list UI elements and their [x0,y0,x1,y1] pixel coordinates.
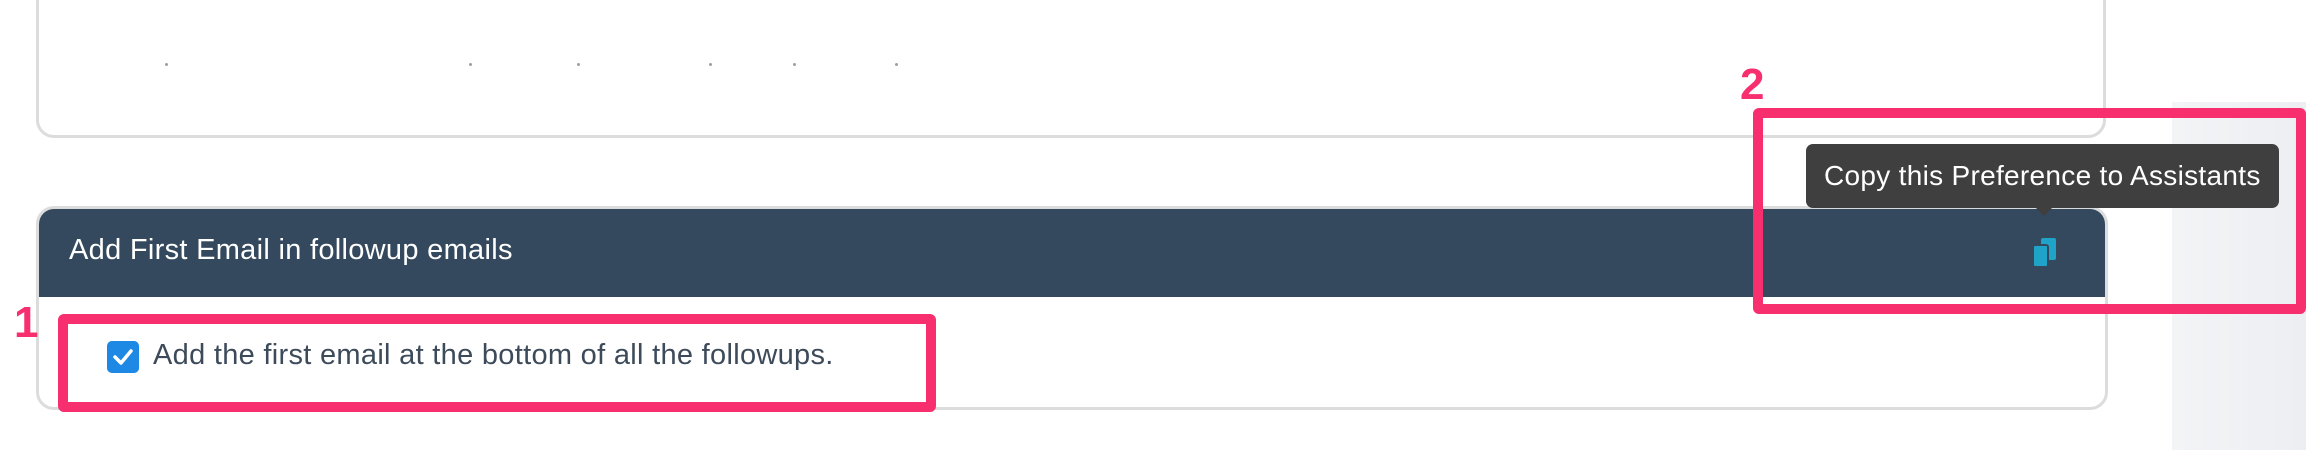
truncated-text-dot [709,63,712,66]
truncated-text-dot [793,63,796,66]
annotation-box-1 [58,314,936,412]
truncated-text-dot [165,63,168,66]
truncated-text-dot [895,63,898,66]
annotation-label-1: 1 [14,298,39,347]
page: Add First Email in followup emails Add t… [0,0,2306,450]
annotation-box-2 [1753,108,2306,314]
truncated-text-dot [577,63,580,66]
card-title: Add First Email in followup emails [69,234,513,266]
truncated-text-dot [469,63,472,66]
annotation-label-2: 2 [1740,60,1765,109]
